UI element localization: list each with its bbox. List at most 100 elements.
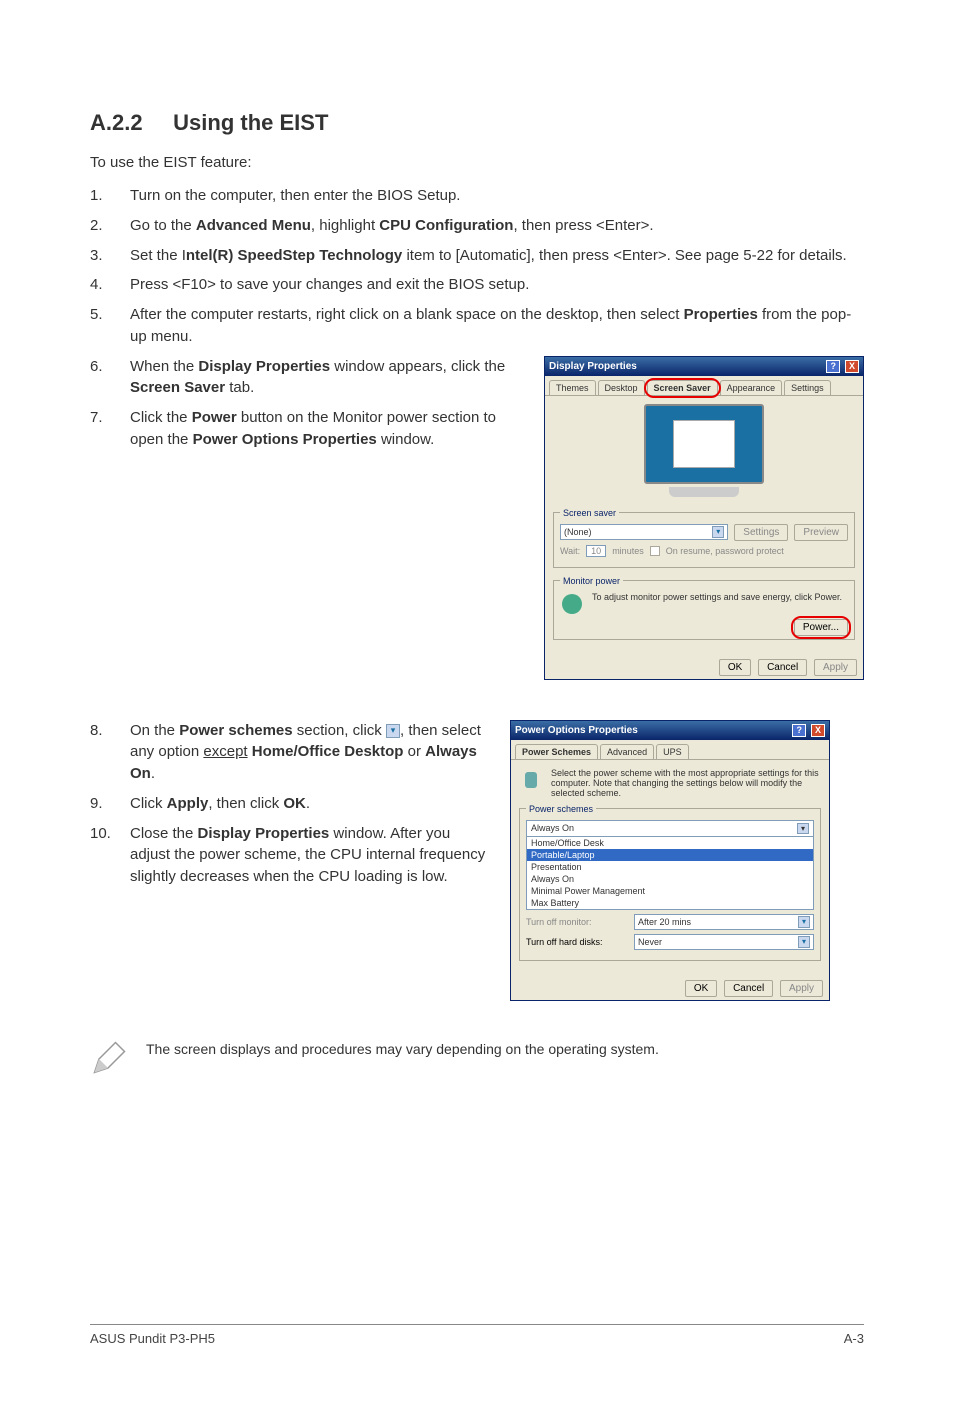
tab-advanced[interactable]: Advanced <box>600 744 654 759</box>
section-title: Using the EIST <box>173 110 328 135</box>
note-text: The screen displays and procedures may v… <box>146 1041 659 1057</box>
scheme-options-list: Home/Office Desk Portable/Laptop Present… <box>527 837 813 909</box>
window-titlebar: Display Properties ? X <box>545 357 863 376</box>
step-number: 8. <box>90 720 130 785</box>
cancel-button[interactable]: Cancel <box>758 659 807 676</box>
note-pencil-icon <box>90 1041 126 1077</box>
tab-settings[interactable]: Settings <box>784 380 831 395</box>
step-text: On the Power schemes section, click ▾, t… <box>130 720 490 785</box>
settings-button[interactable]: Settings <box>734 524 788 541</box>
turnoff-hd-select[interactable]: Never ▾ <box>634 934 814 950</box>
step-10: 10. Close the Display Properties window.… <box>90 823 490 888</box>
turnoff-hd-label: Turn off hard disks: <box>526 937 626 947</box>
step-text: Click the Power button on the Monitor po… <box>130 407 524 451</box>
close-button[interactable]: X <box>845 360 859 373</box>
tab-screensaver[interactable]: Screen Saver <box>647 380 718 395</box>
step-number: 5. <box>90 304 130 348</box>
monitor-power-fieldset: Monitor power To adjust monitor power se… <box>553 576 855 640</box>
step-number: 1. <box>90 185 130 207</box>
apply-button[interactable]: Apply <box>780 980 823 997</box>
page-footer: ASUS Pundit P3-PH5 A-3 <box>90 1324 864 1346</box>
monitor-power-text: To adjust monitor power settings and sav… <box>592 592 842 602</box>
wait-label: Wait: <box>560 546 580 556</box>
window-title: Display Properties <box>549 361 637 372</box>
section-number: A.2.2 <box>90 110 143 135</box>
tabs-row: Themes Desktop Screen Saver Appearance S… <box>545 376 863 396</box>
step-text: Set the Intel(R) SpeedStep Technology it… <box>130 245 864 267</box>
turnoff-monitor-select[interactable]: After 20 mins ▾ <box>634 914 814 930</box>
help-button[interactable]: ? <box>792 724 806 737</box>
footer-right: A-3 <box>844 1331 864 1346</box>
tab-appearance[interactable]: Appearance <box>720 380 783 395</box>
intro-text: To use the EIST feature: <box>90 154 864 171</box>
close-button[interactable]: X <box>811 724 825 737</box>
help-button[interactable]: ? <box>826 360 840 373</box>
resume-checkbox[interactable] <box>650 546 660 556</box>
section-heading: A.2.2 Using the EIST <box>90 110 864 136</box>
scheme-current: Always On <box>531 823 574 834</box>
step-text: When the Display Properties window appea… <box>130 356 524 400</box>
step-1: 1. Turn on the computer, then enter the … <box>90 185 864 207</box>
tab-themes[interactable]: Themes <box>549 380 596 395</box>
step-7: 7. Click the Power button on the Monitor… <box>90 407 524 451</box>
step-text: After the computer restarts, right click… <box>130 304 864 348</box>
power-button[interactable]: Power... <box>794 619 848 636</box>
monitor-preview <box>553 404 855 500</box>
step-number: 6. <box>90 356 130 400</box>
display-properties-screenshot: Display Properties ? X Themes Desktop Sc… <box>544 356 864 680</box>
turnoff-monitor-label: Turn off monitor: <box>526 917 626 927</box>
scheme-option[interactable]: Max Battery <box>527 897 813 909</box>
preview-button[interactable]: Preview <box>794 524 848 541</box>
power-plug-icon <box>519 768 543 792</box>
tabs-row: Power Schemes Advanced UPS <box>511 740 829 760</box>
wait-spinner[interactable]: 10 <box>586 545 606 557</box>
wait-unit: minutes <box>612 546 644 556</box>
footer-left: ASUS Pundit P3-PH5 <box>90 1331 215 1346</box>
monitor-power-legend: Monitor power <box>560 576 623 586</box>
scheme-option[interactable]: Minimal Power Management <box>527 885 813 897</box>
note-row: The screen displays and procedures may v… <box>90 1041 864 1077</box>
chevron-down-icon[interactable]: ▾ <box>797 823 809 834</box>
scheme-option[interactable]: Home/Office Desk <box>527 837 813 849</box>
step-3: 3. Set the Intel(R) SpeedStep Technology… <box>90 245 864 267</box>
tab-ups[interactable]: UPS <box>656 744 689 759</box>
step-5: 5. After the computer restarts, right cl… <box>90 304 864 348</box>
power-options-screenshot: Power Options Properties ? X Power Schem… <box>510 720 830 1001</box>
power-schemes-legend: Power schemes <box>526 804 596 814</box>
scheme-option[interactable]: Presentation <box>527 861 813 873</box>
energy-star-icon <box>560 592 584 616</box>
chevron-down-icon[interactable]: ▾ <box>798 936 810 948</box>
window-title: Power Options Properties <box>515 725 638 736</box>
step-number: 2. <box>90 215 130 237</box>
apply-button[interactable]: Apply <box>814 659 857 676</box>
wait-row: Wait: 10 minutes On resume, password pro… <box>560 545 848 557</box>
scheme-option[interactable]: Always On <box>527 873 813 885</box>
step-text: Close the Display Properties window. Aft… <box>130 823 490 888</box>
tab-power-schemes[interactable]: Power Schemes <box>515 744 598 759</box>
resume-label: On resume, password protect <box>666 546 784 556</box>
step-8: 8. On the Power schemes section, click ▾… <box>90 720 490 785</box>
step-number: 7. <box>90 407 130 451</box>
step-text: Click Apply, then click OK. <box>130 793 490 815</box>
tab-desktop[interactable]: Desktop <box>598 380 645 395</box>
ok-button[interactable]: OK <box>719 659 751 676</box>
step-2: 2. Go to the Advanced Menu, highlight CP… <box>90 215 864 237</box>
step-9: 9. Click Apply, then click OK. <box>90 793 490 815</box>
screensaver-fieldset: Screen saver (None) ▾ Settings Preview W… <box>553 508 855 568</box>
step-number: 4. <box>90 274 130 296</box>
step-number: 10. <box>90 823 130 888</box>
screensaver-select[interactable]: (None) ▾ <box>560 524 728 540</box>
power-schemes-fieldset: Power schemes Always On ▾ Home/Office De… <box>519 804 821 961</box>
chevron-down-icon[interactable]: ▾ <box>712 526 724 538</box>
step-number: 9. <box>90 793 130 815</box>
power-scheme-select[interactable]: Always On ▾ Home/Office Desk Portable/La… <box>526 820 814 910</box>
power-description: Select the power scheme with the most ap… <box>551 768 821 798</box>
cancel-button[interactable]: Cancel <box>724 980 773 997</box>
step-text: Press <F10> to save your changes and exi… <box>130 274 864 296</box>
step-4: 4. Press <F10> to save your changes and … <box>90 274 864 296</box>
step-number: 3. <box>90 245 130 267</box>
ok-button[interactable]: OK <box>685 980 717 997</box>
chevron-down-icon[interactable]: ▾ <box>798 916 810 928</box>
window-titlebar: Power Options Properties ? X <box>511 721 829 740</box>
scheme-option[interactable]: Portable/Laptop <box>527 849 813 861</box>
